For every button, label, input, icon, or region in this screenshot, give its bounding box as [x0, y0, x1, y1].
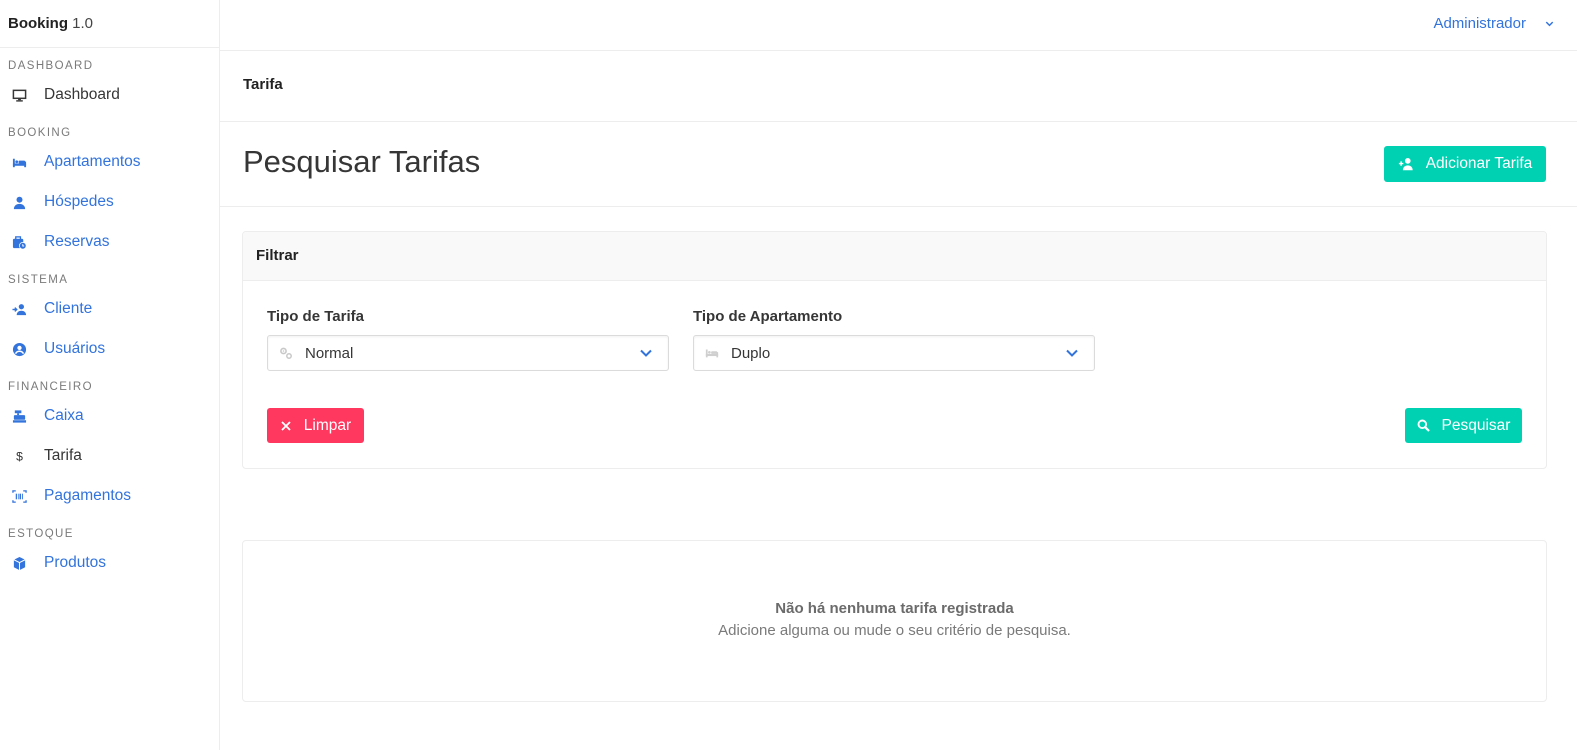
cogs-icon: [279, 346, 293, 360]
clear-button-label: Limpar: [303, 416, 352, 434]
empty-state-subtitle: Adicione alguma ou mude o seu critério d…: [718, 622, 1071, 639]
filter-card-title: Filtrar: [243, 232, 1546, 281]
rate-type-field: Tipo de Tarifa Normal: [267, 308, 669, 371]
sidebar-item-usuarios[interactable]: Usuários: [0, 329, 219, 369]
sidebar: Booking 1.0 DASHBOARD Dashboard BOOKING …: [0, 0, 220, 750]
sidebar-item-label: Pagamentos: [44, 487, 132, 504]
empty-state: Não há nenhuma tarifa registrada Adicion…: [242, 540, 1547, 702]
breadcrumb: Tarifa: [220, 51, 1577, 122]
user-icon: [11, 194, 27, 210]
user-arrow-icon: [11, 301, 27, 317]
apartment-type-select[interactable]: Duplo: [693, 335, 1095, 371]
sidebar-item-hospedes[interactable]: Hóspedes: [0, 182, 219, 222]
breadcrumb-current: Tarifa: [243, 76, 283, 93]
search-button[interactable]: Pesquisar: [1405, 408, 1522, 443]
sidebar-item-apartamentos[interactable]: Apartamentos: [0, 142, 219, 182]
menu-label-booking: BOOKING: [8, 127, 72, 139]
sidebar-item-caixa[interactable]: Caixa: [0, 396, 219, 436]
close-icon: [281, 420, 291, 431]
sidebar-item-tarifa[interactable]: $ Tarifa: [0, 436, 219, 476]
monitor-icon: [11, 87, 27, 103]
menu-label-dashboard: DASHBOARD: [8, 60, 94, 72]
app-name: Booking: [8, 15, 68, 32]
sidebar-item-produtos[interactable]: Produtos: [0, 543, 219, 583]
page-header: Pesquisar Tarifas Adicionar Tarifa: [220, 122, 1577, 207]
page-title: Pesquisar Tarifas: [243, 144, 481, 179]
sidebar-item-label: Reservas: [44, 233, 110, 250]
briefcase-clock-icon: [11, 234, 27, 250]
user-plus-icon: [1398, 158, 1413, 171]
menu-label-financeiro: FINANCEIRO: [8, 381, 93, 393]
sidebar-item-label: Produtos: [44, 554, 107, 571]
sidebar-item-label: Hóspedes: [44, 193, 114, 210]
svg-text:$: $: [16, 449, 23, 463]
brand[interactable]: Booking 1.0: [0, 0, 219, 48]
apartment-type-label: Tipo de Apartamento: [693, 308, 843, 325]
cash-register-icon: [11, 408, 27, 424]
top-navbar: Administrador: [220, 0, 1577, 51]
sidebar-item-label: Tarifa: [44, 447, 82, 464]
chevron-down-icon: [1066, 349, 1078, 357]
sidebar-item-cliente[interactable]: Cliente: [0, 289, 219, 329]
sidebar-item-dashboard[interactable]: Dashboard: [0, 75, 219, 115]
clear-button[interactable]: Limpar: [267, 408, 364, 443]
sidebar-item-reservas[interactable]: Reservas: [0, 222, 219, 262]
add-rate-button[interactable]: Adicionar Tarifa: [1384, 146, 1546, 182]
sidebar-item-label: Apartamentos: [44, 153, 141, 170]
barcode-icon: [11, 488, 27, 504]
rate-type-value: Normal: [305, 344, 354, 362]
sidebar-item-pagamentos[interactable]: Pagamentos: [0, 476, 219, 516]
chevron-down-icon: [1545, 21, 1554, 27]
sidebar-item-label: Caixa: [44, 407, 84, 424]
dollar-icon: $: [11, 448, 27, 464]
apartment-type-value: Duplo: [731, 344, 771, 362]
add-rate-button-label: Adicionar Tarifa: [1425, 155, 1533, 172]
menu-label-sistema: SISTEMA: [8, 274, 69, 286]
user-menu-label: Administrador: [1433, 15, 1526, 32]
chevron-down-icon: [640, 349, 652, 357]
box-icon: [11, 555, 27, 571]
bed-icon: [705, 346, 719, 360]
menu-label-estoque: ESTOQUE: [8, 528, 74, 540]
apartment-type-field: Tipo de Apartamento Duplo: [693, 308, 1095, 371]
search-button-label: Pesquisar: [1441, 416, 1511, 434]
rate-type-select[interactable]: Normal: [267, 335, 669, 371]
sidebar-item-label: Cliente: [44, 300, 93, 317]
app-version: 1.0: [72, 15, 94, 32]
search-icon: [1417, 419, 1430, 432]
user-menu[interactable]: Administrador: [1433, 0, 1555, 47]
bed-icon: [11, 154, 27, 170]
empty-state-title: Não há nenhuma tarifa registrada: [775, 600, 1014, 617]
user-circle-icon: [11, 341, 27, 357]
sidebar-item-label: Usuários: [44, 340, 106, 357]
filter-card: Filtrar Tipo de Tarifa Normal Tipo de Ap…: [242, 231, 1547, 469]
sidebar-item-label: Dashboard: [44, 86, 120, 103]
rate-type-label: Tipo de Tarifa: [267, 308, 364, 325]
